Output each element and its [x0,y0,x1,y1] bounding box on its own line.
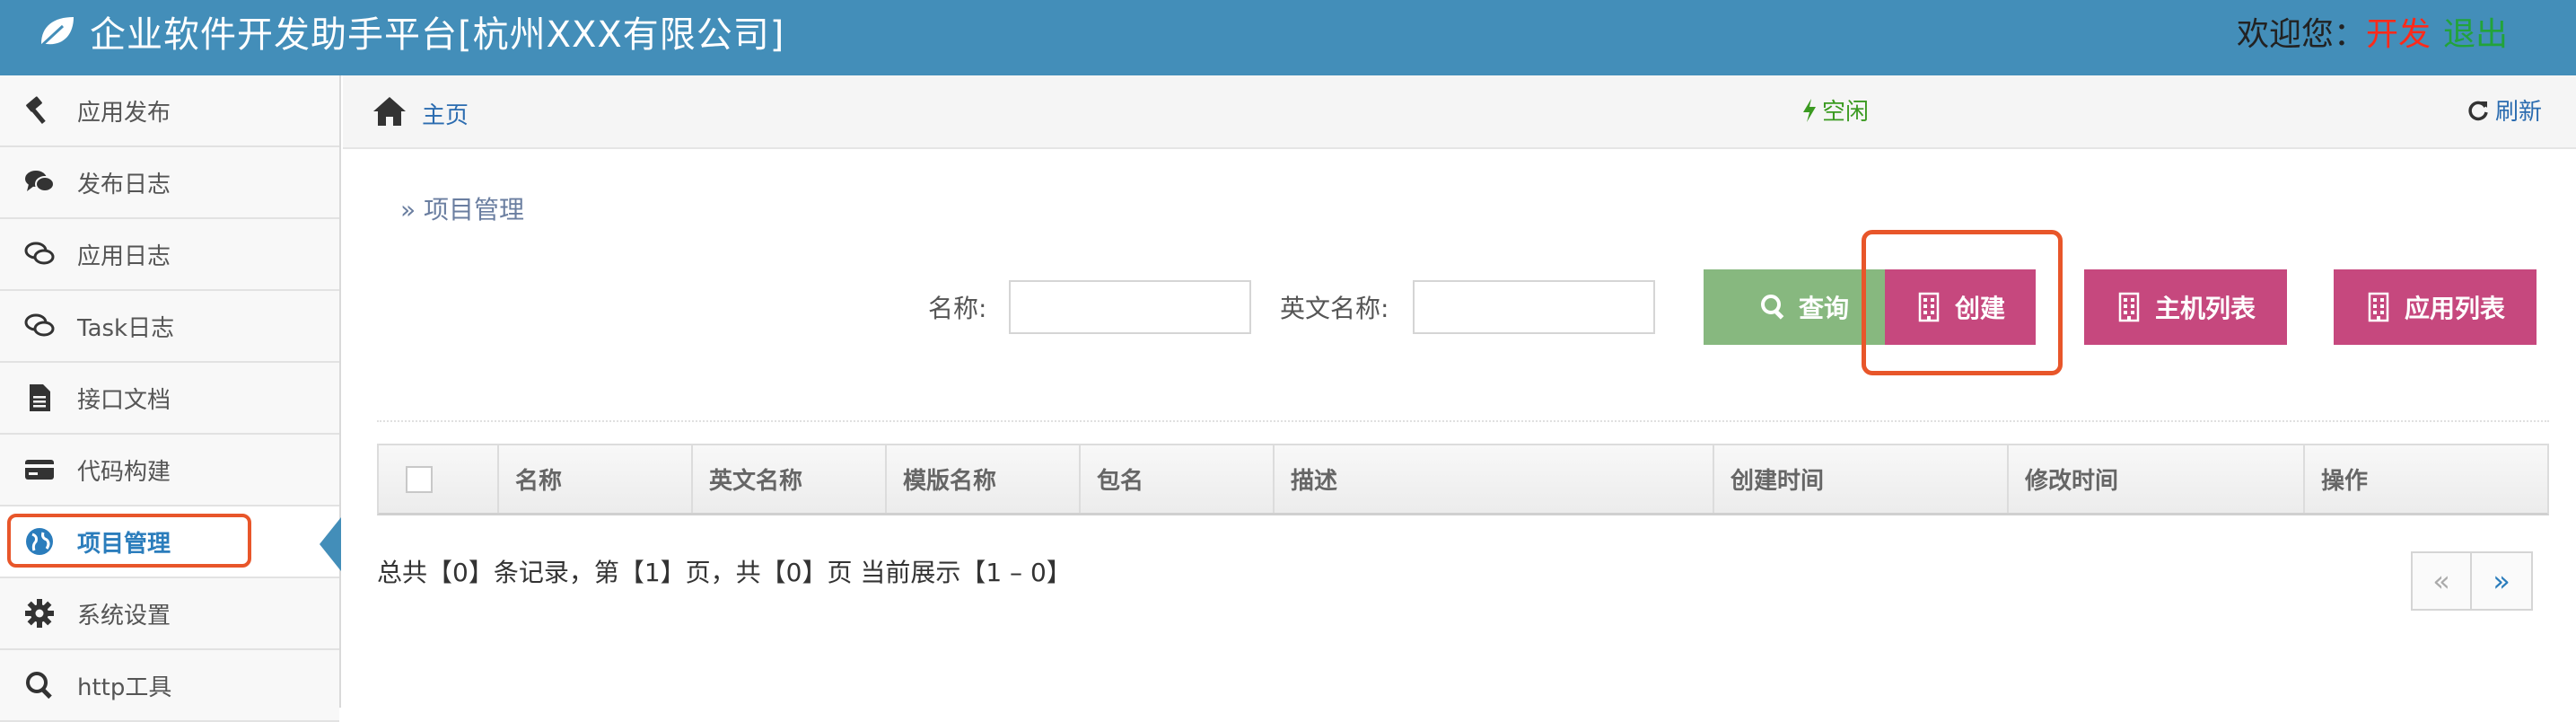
highlight-outline [1862,230,2063,375]
refresh-button[interactable]: 刷新 [2466,93,2542,127]
sidebar-item-label: 接口文档 [77,386,171,414]
active-indicator [320,517,341,571]
pagination: « » [2411,551,2533,611]
english-name-label: 英文名称: [1280,294,1389,323]
sidebar-item-label: 代码构建 [77,458,171,486]
search-icon [22,667,57,703]
divider [377,420,2549,422]
file-text-icon [22,380,57,416]
name-input[interactable] [1009,280,1251,334]
sidebar-item-http-tool[interactable]: http工具 [0,650,339,722]
refresh-label: 刷新 [2494,99,2542,126]
app-list-button[interactable]: 应用列表 [2334,269,2537,345]
column-header-name[interactable]: 名称 [499,445,693,513]
comments-outline-icon [22,308,57,344]
select-all-checkbox[interactable] [406,465,433,493]
environment-label[interactable]: 开发 [2366,8,2431,55]
credit-card-icon [22,452,57,488]
top-navbar: 企业软件开发助手平台[杭州XXX有限公司] 欢迎您： 开发 退出 [0,0,2576,75]
comments-outline-icon [22,236,57,272]
next-page-button[interactable]: » [2472,553,2531,609]
status-indicator: 空闲 [1801,93,1869,127]
sidebar-item-code-build[interactable]: 代码构建 [0,435,339,506]
sidebar-item-label: 应用发布 [77,99,171,127]
project-table-header: 名称 英文名称 模版名称 包名 描述 创建时间 修改时间 操作 [377,444,2549,515]
column-header-modified-time[interactable]: 修改时间 [2009,445,2305,513]
select-all-cell [379,445,499,513]
leaf-icon [38,17,74,49]
breadcrumb-home-link[interactable]: 主页 [422,97,469,130]
breadcrumb: 主页 空闲 刷新 [343,75,2576,149]
comments-icon [22,164,57,200]
building-icon [2118,292,2140,322]
host-list-button[interactable]: 主机列表 [2084,269,2287,345]
sidebar-item-label: Task日志 [77,314,175,342]
prev-page-button[interactable]: « [2413,553,2472,609]
welcome-text: 欢迎您： [2236,16,2366,53]
english-name-input[interactable] [1413,280,1655,334]
sidebar-item-app-log[interactable]: 应用日志 [0,219,339,291]
sidebar-item-api-docs[interactable]: 接口文档 [0,363,339,435]
column-header-package-name[interactable]: 包名 [1081,445,1275,513]
sidebar-item-task-log[interactable]: Task日志 [0,291,339,363]
logout-link[interactable]: 退出 [2443,8,2508,55]
sidebar-item-label: 应用日志 [77,242,171,270]
query-button-label: 查询 [1798,294,1849,323]
sidebar-item-label: http工具 [77,674,172,701]
sidebar-item-app-publish[interactable]: 应用发布 [0,75,339,147]
building-icon [2368,292,2389,322]
bolt-icon [1803,98,1816,122]
gear-icon [22,595,57,631]
refresh-icon [2468,101,2488,120]
record-summary: 总共【0】条记录，第【1】页，共【0】页 当前展示【1 – 0】 [377,558,1072,587]
column-header-english-name[interactable]: 英文名称 [693,445,887,513]
sidebar-item-project-management[interactable]: 项目管理 [0,506,341,578]
highlight-outline [7,514,251,568]
status-text: 空闲 [1822,99,1870,126]
user-info: 欢迎您： 开发 退出 [2237,0,2508,63]
search-icon [1760,295,1784,320]
column-header-actions: 操作 [2321,468,2369,495]
host-list-button-label: 主机列表 [2154,294,2256,323]
home-icon[interactable] [370,92,409,131]
sidebar: 应用发布 发布日志 应用日志 Task日志 接口文档 代码构建 项目管理 系统设… [0,75,341,722]
column-header-template-name[interactable]: 模版名称 [887,445,1081,513]
app-title: 企业软件开发助手平台[杭州XXX有限公司] [90,14,785,56]
page-title: » 项目管理 [400,195,525,225]
column-header-description[interactable]: 描述 [1275,445,1714,513]
sidebar-item-publish-log[interactable]: 发布日志 [0,147,339,219]
sidebar-item-label: 发布日志 [77,171,171,198]
name-label: 名称: [928,294,987,323]
sidebar-item-label: 系统设置 [77,602,171,630]
brand[interactable]: 企业软件开发助手平台[杭州XXX有限公司] [36,0,784,63]
sidebar-item-system-settings[interactable]: 系统设置 [0,578,339,650]
column-header-created-time[interactable]: 创建时间 [1714,445,2009,513]
hammer-icon [22,92,57,128]
app-list-button-label: 应用列表 [2404,294,2505,323]
